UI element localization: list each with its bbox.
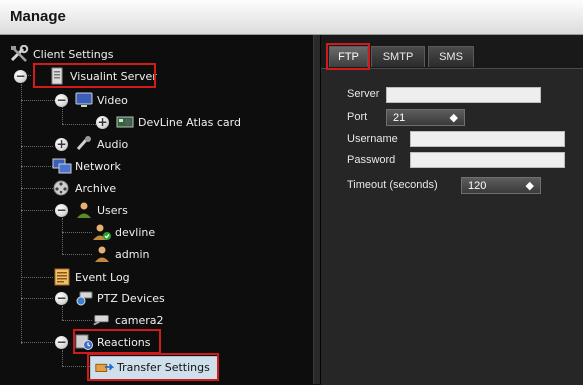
port-row: Port <box>347 111 367 123</box>
tree-item-video[interactable]: − Video <box>55 90 128 110</box>
log-icon <box>52 268 72 286</box>
tree-line <box>21 166 53 167</box>
tree-item-label: admin <box>115 247 150 261</box>
network-icon <box>52 157 72 175</box>
tree-line <box>62 232 92 233</box>
tree-line <box>62 306 63 320</box>
camera-icon <box>92 311 112 329</box>
server-row: Server <box>347 88 379 100</box>
server-label: Server <box>347 88 380 100</box>
tree-item-user-devline[interactable]: devline <box>92 222 155 242</box>
tree-line <box>62 320 92 321</box>
tree-item-camera2[interactable]: camera2 <box>92 310 164 330</box>
tree-item-label: Audio <box>97 137 129 151</box>
collapse-toggle-icon[interactable]: − <box>55 335 68 349</box>
user-active-icon <box>92 223 112 241</box>
timeout-label: Timeout (seconds) <box>347 179 438 191</box>
tree-item-users[interactable]: − Users <box>55 200 128 220</box>
spinner-arrows-icon[interactable]: ◆ <box>450 111 458 124</box>
timeout-value: 120 <box>468 179 487 192</box>
tree-line <box>21 277 53 278</box>
password-input[interactable] <box>410 152 565 168</box>
monitor-icon <box>74 91 94 109</box>
tree-item-ptz-devices[interactable]: − PTZ Devices <box>55 288 165 308</box>
password-label: Password <box>347 154 396 166</box>
tree-line <box>21 210 53 211</box>
collapse-toggle-icon[interactable]: − <box>55 203 68 217</box>
password-row: Password <box>347 154 395 166</box>
tree-line <box>21 146 53 147</box>
timeout-row: Timeout (seconds) <box>347 179 438 191</box>
collapse-toggle-icon[interactable]: − <box>55 291 68 305</box>
tree-line <box>21 84 22 344</box>
tree-item-user-admin[interactable]: admin <box>92 244 149 264</box>
tree-item-label: Client Settings <box>33 47 114 61</box>
tree-item-label: Archive <box>75 181 117 195</box>
tree-line <box>62 366 90 367</box>
microphone-icon <box>74 135 94 153</box>
tree-line <box>21 342 53 343</box>
tree-item-label: Event Log <box>75 270 130 284</box>
capture-card-icon <box>115 113 135 131</box>
tab-smtp[interactable]: SMTP <box>371 46 425 67</box>
film-reel-icon <box>52 179 72 197</box>
highlight-box <box>87 353 219 381</box>
tree-item-label: Video <box>97 93 128 107</box>
tree-item-archive[interactable]: Archive <box>52 178 116 198</box>
collapse-toggle-icon[interactable]: − <box>55 93 68 107</box>
spinner-arrows-icon[interactable]: ◆ <box>526 179 534 192</box>
expand-toggle-icon[interactable]: + <box>96 115 109 129</box>
port-label: Port <box>347 111 368 123</box>
tools-icon <box>10 45 30 63</box>
tree-line <box>21 100 55 101</box>
port-value: 21 <box>393 111 406 124</box>
highlight-box <box>326 43 370 70</box>
username-label: Username <box>347 133 398 145</box>
highlight-box <box>33 63 156 88</box>
users-icon <box>74 201 94 219</box>
tree-line <box>62 350 63 366</box>
username-input[interactable] <box>410 131 565 147</box>
tree-line <box>21 188 53 189</box>
tree-line <box>21 298 53 299</box>
ptz-camera-icon <box>74 289 94 307</box>
tab-sms[interactable]: SMS <box>428 46 474 67</box>
tree-item-label: Network <box>75 159 121 173</box>
tree-line <box>62 218 63 254</box>
tree-item-network[interactable]: Network <box>52 156 121 176</box>
tree-item-label: camera2 <box>115 313 164 327</box>
user-icon <box>92 245 112 263</box>
tree-item-audio[interactable]: + Audio <box>55 134 128 154</box>
tree-item-client-settings[interactable]: Client Settings <box>10 44 113 64</box>
username-row: Username <box>347 133 398 145</box>
window-title: Manage <box>10 8 66 25</box>
tree-item-capture-card[interactable]: + DevLine Atlas card <box>96 112 241 132</box>
server-input[interactable] <box>386 87 541 103</box>
timeout-spinner[interactable]: 120 ◆ <box>461 177 541 194</box>
tree-item-label: PTZ Devices <box>97 291 165 305</box>
expand-toggle-icon[interactable]: + <box>55 137 68 151</box>
tree-line <box>62 124 96 125</box>
port-spinner[interactable]: 21 ◆ <box>386 109 465 126</box>
tree-item-label: Users <box>97 203 128 217</box>
tree-item-event-log[interactable]: Event Log <box>52 267 130 287</box>
tree-line <box>62 254 92 255</box>
collapse-toggle-icon[interactable]: − <box>14 69 27 83</box>
tree-item-label: DevLine Atlas card <box>138 115 241 129</box>
tree-item-label: devline <box>115 225 156 239</box>
highlight-box <box>73 329 161 354</box>
panel-splitter[interactable] <box>313 35 321 384</box>
window-header: Manage <box>0 0 583 35</box>
